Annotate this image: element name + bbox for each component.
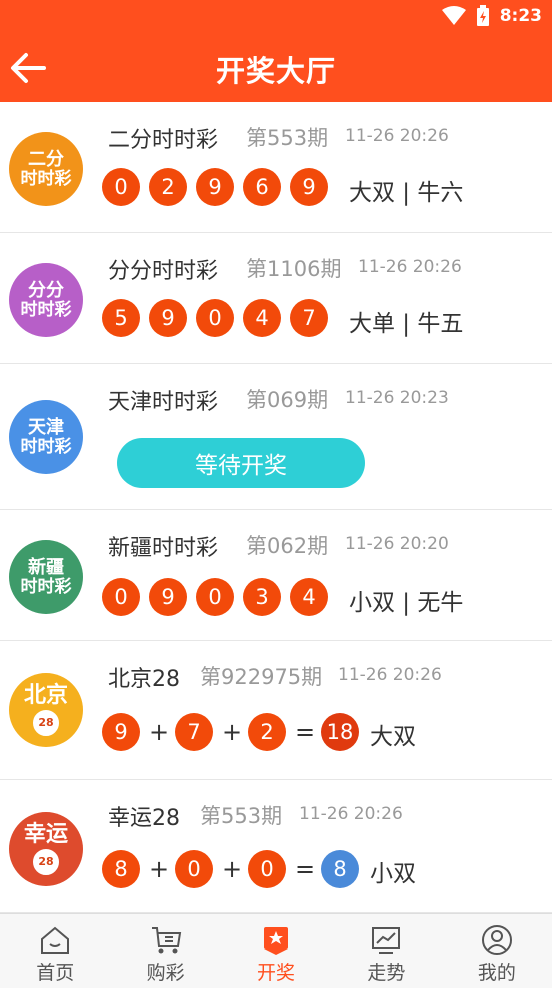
draw-icon (264, 927, 289, 955)
draw-balls: 9 + 7 + 2 = 18 (102, 713, 368, 751)
lottery-time: 11-26 20:26 (345, 126, 449, 146)
plus-sign: + (148, 855, 170, 883)
lottery-time: 11-26 20:26 (338, 665, 442, 685)
lottery-name: 幸运28 (108, 806, 180, 831)
lottery-row-beijing28[interactable]: 北京 28 北京28 第922975期 11-26 20:26 9 + 7 + 2… (0, 641, 552, 780)
draw-result: 小双 | 无牛 (349, 590, 464, 616)
nav-item-draw[interactable]: 开奖 (221, 914, 331, 988)
draw-ball: 2 (149, 168, 187, 206)
bottom-nav: 首页 购彩 开奖 走势 我的 (0, 913, 552, 988)
draw-ball: 9 (102, 713, 140, 751)
sum-ball: 18 (321, 713, 359, 751)
trend-icon (372, 927, 401, 954)
draw-balls: 0 9 0 3 4 (102, 578, 337, 616)
user-icon (481, 925, 512, 955)
sum-ball: 8 (321, 850, 359, 888)
app-header: 开奖大厅 (0, 34, 552, 102)
draw-ball: 0 (196, 578, 234, 616)
draw-ball: 0 (248, 850, 286, 888)
plus-sign: + (221, 855, 243, 883)
status-bar: 8:23 (0, 0, 552, 34)
lottery-name: 北京28 (108, 667, 180, 692)
home-icon (41, 926, 70, 954)
lottery-logo: 二分 时时彩 (9, 132, 83, 206)
draw-ball: 2 (248, 713, 286, 751)
draw-balls: 8 + 0 + 0 = 8 (102, 850, 368, 888)
lottery-issue: 第922975期 (200, 665, 323, 689)
lottery-logo: 天津 时时彩 (9, 400, 83, 474)
draw-result: 大单 | 牛五 (349, 311, 464, 337)
lottery-issue: 第553期 (200, 804, 283, 828)
draw-ball: 8 (102, 850, 140, 888)
lottery-name: 天津时时彩 (108, 390, 219, 415)
nav-item-trend[interactable]: 走势 (331, 914, 441, 988)
draw-ball: 7 (290, 299, 328, 337)
page-title: 开奖大厅 (215, 54, 336, 88)
lottery-time: 11-26 20:26 (358, 257, 462, 277)
lottery-name: 分分时时彩 (108, 259, 219, 284)
awaiting-draw-button[interactable]: 等待开奖 (117, 438, 365, 488)
lottery-name: 新疆时时彩 (108, 536, 219, 561)
draw-ball: 7 (175, 713, 213, 751)
lottery-time: 11-26 20:20 (345, 534, 449, 554)
lottery-logo: 新疆 时时彩 (9, 540, 83, 614)
draw-result: 小双 (370, 861, 416, 887)
nav-item-buy[interactable]: 购彩 (110, 914, 220, 988)
draw-result: 大双 (370, 724, 416, 750)
lottery-row-tianjin[interactable]: 天津 时时彩 天津时时彩 第069期 11-26 20:23 等待开奖 (0, 364, 552, 510)
lottery-issue: 第1106期 (246, 257, 342, 281)
lottery-logo: 幸运 28 (9, 812, 83, 886)
draw-balls: 5 9 0 4 7 (102, 299, 337, 337)
draw-ball: 9 (149, 578, 187, 616)
draw-ball: 0 (196, 299, 234, 337)
cart-icon (151, 927, 181, 954)
lottery-logo: 分分 时时彩 (9, 263, 83, 337)
draw-ball: 6 (243, 168, 281, 206)
draw-balls: 0 2 9 6 9 (102, 168, 337, 206)
lottery-name: 二分时时彩 (108, 128, 219, 153)
battery-icon (476, 5, 489, 26)
draw-ball: 9 (149, 299, 187, 337)
wifi-icon (441, 6, 466, 25)
nav-item-home[interactable]: 首页 (0, 914, 110, 988)
lottery-issue: 第553期 (246, 126, 329, 150)
lottery-issue: 第069期 (246, 388, 329, 412)
draw-ball: 5 (102, 299, 140, 337)
draw-ball: 3 (243, 578, 281, 616)
draw-ball: 0 (102, 168, 140, 206)
draw-result: 大双 | 牛六 (349, 180, 464, 206)
nav-item-mine[interactable]: 我的 (442, 914, 552, 988)
equals-sign: = (294, 855, 316, 883)
lottery-row-fenfen[interactable]: 分分 时时彩 分分时时彩 第1106期 11-26 20:26 5 9 0 4 7… (0, 233, 552, 364)
lottery-row-erfen[interactable]: 二分 时时彩 二分时时彩 第553期 11-26 20:26 0 2 9 6 9 … (0, 102, 552, 233)
draw-ball: 4 (290, 578, 328, 616)
lottery-issue: 第062期 (246, 534, 329, 558)
draw-ball: 4 (243, 299, 281, 337)
status-time: 8:23 (499, 6, 542, 26)
lottery-time: 11-26 20:26 (299, 804, 403, 824)
plus-sign: + (221, 718, 243, 746)
lottery-time: 11-26 20:23 (345, 388, 449, 408)
draw-ball: 0 (102, 578, 140, 616)
draw-ball: 0 (175, 850, 213, 888)
lottery-row-xingyun28[interactable]: 幸运 28 幸运28 第553期 11-26 20:26 8 + 0 + 0 = … (0, 780, 552, 913)
draw-ball: 9 (196, 168, 234, 206)
lottery-logo: 北京 28 (9, 673, 83, 747)
draw-ball: 9 (290, 168, 328, 206)
equals-sign: = (294, 718, 316, 746)
lottery-row-xinjiang[interactable]: 新疆 时时彩 新疆时时彩 第062期 11-26 20:20 0 9 0 3 4 … (0, 510, 552, 641)
plus-sign: + (148, 718, 170, 746)
